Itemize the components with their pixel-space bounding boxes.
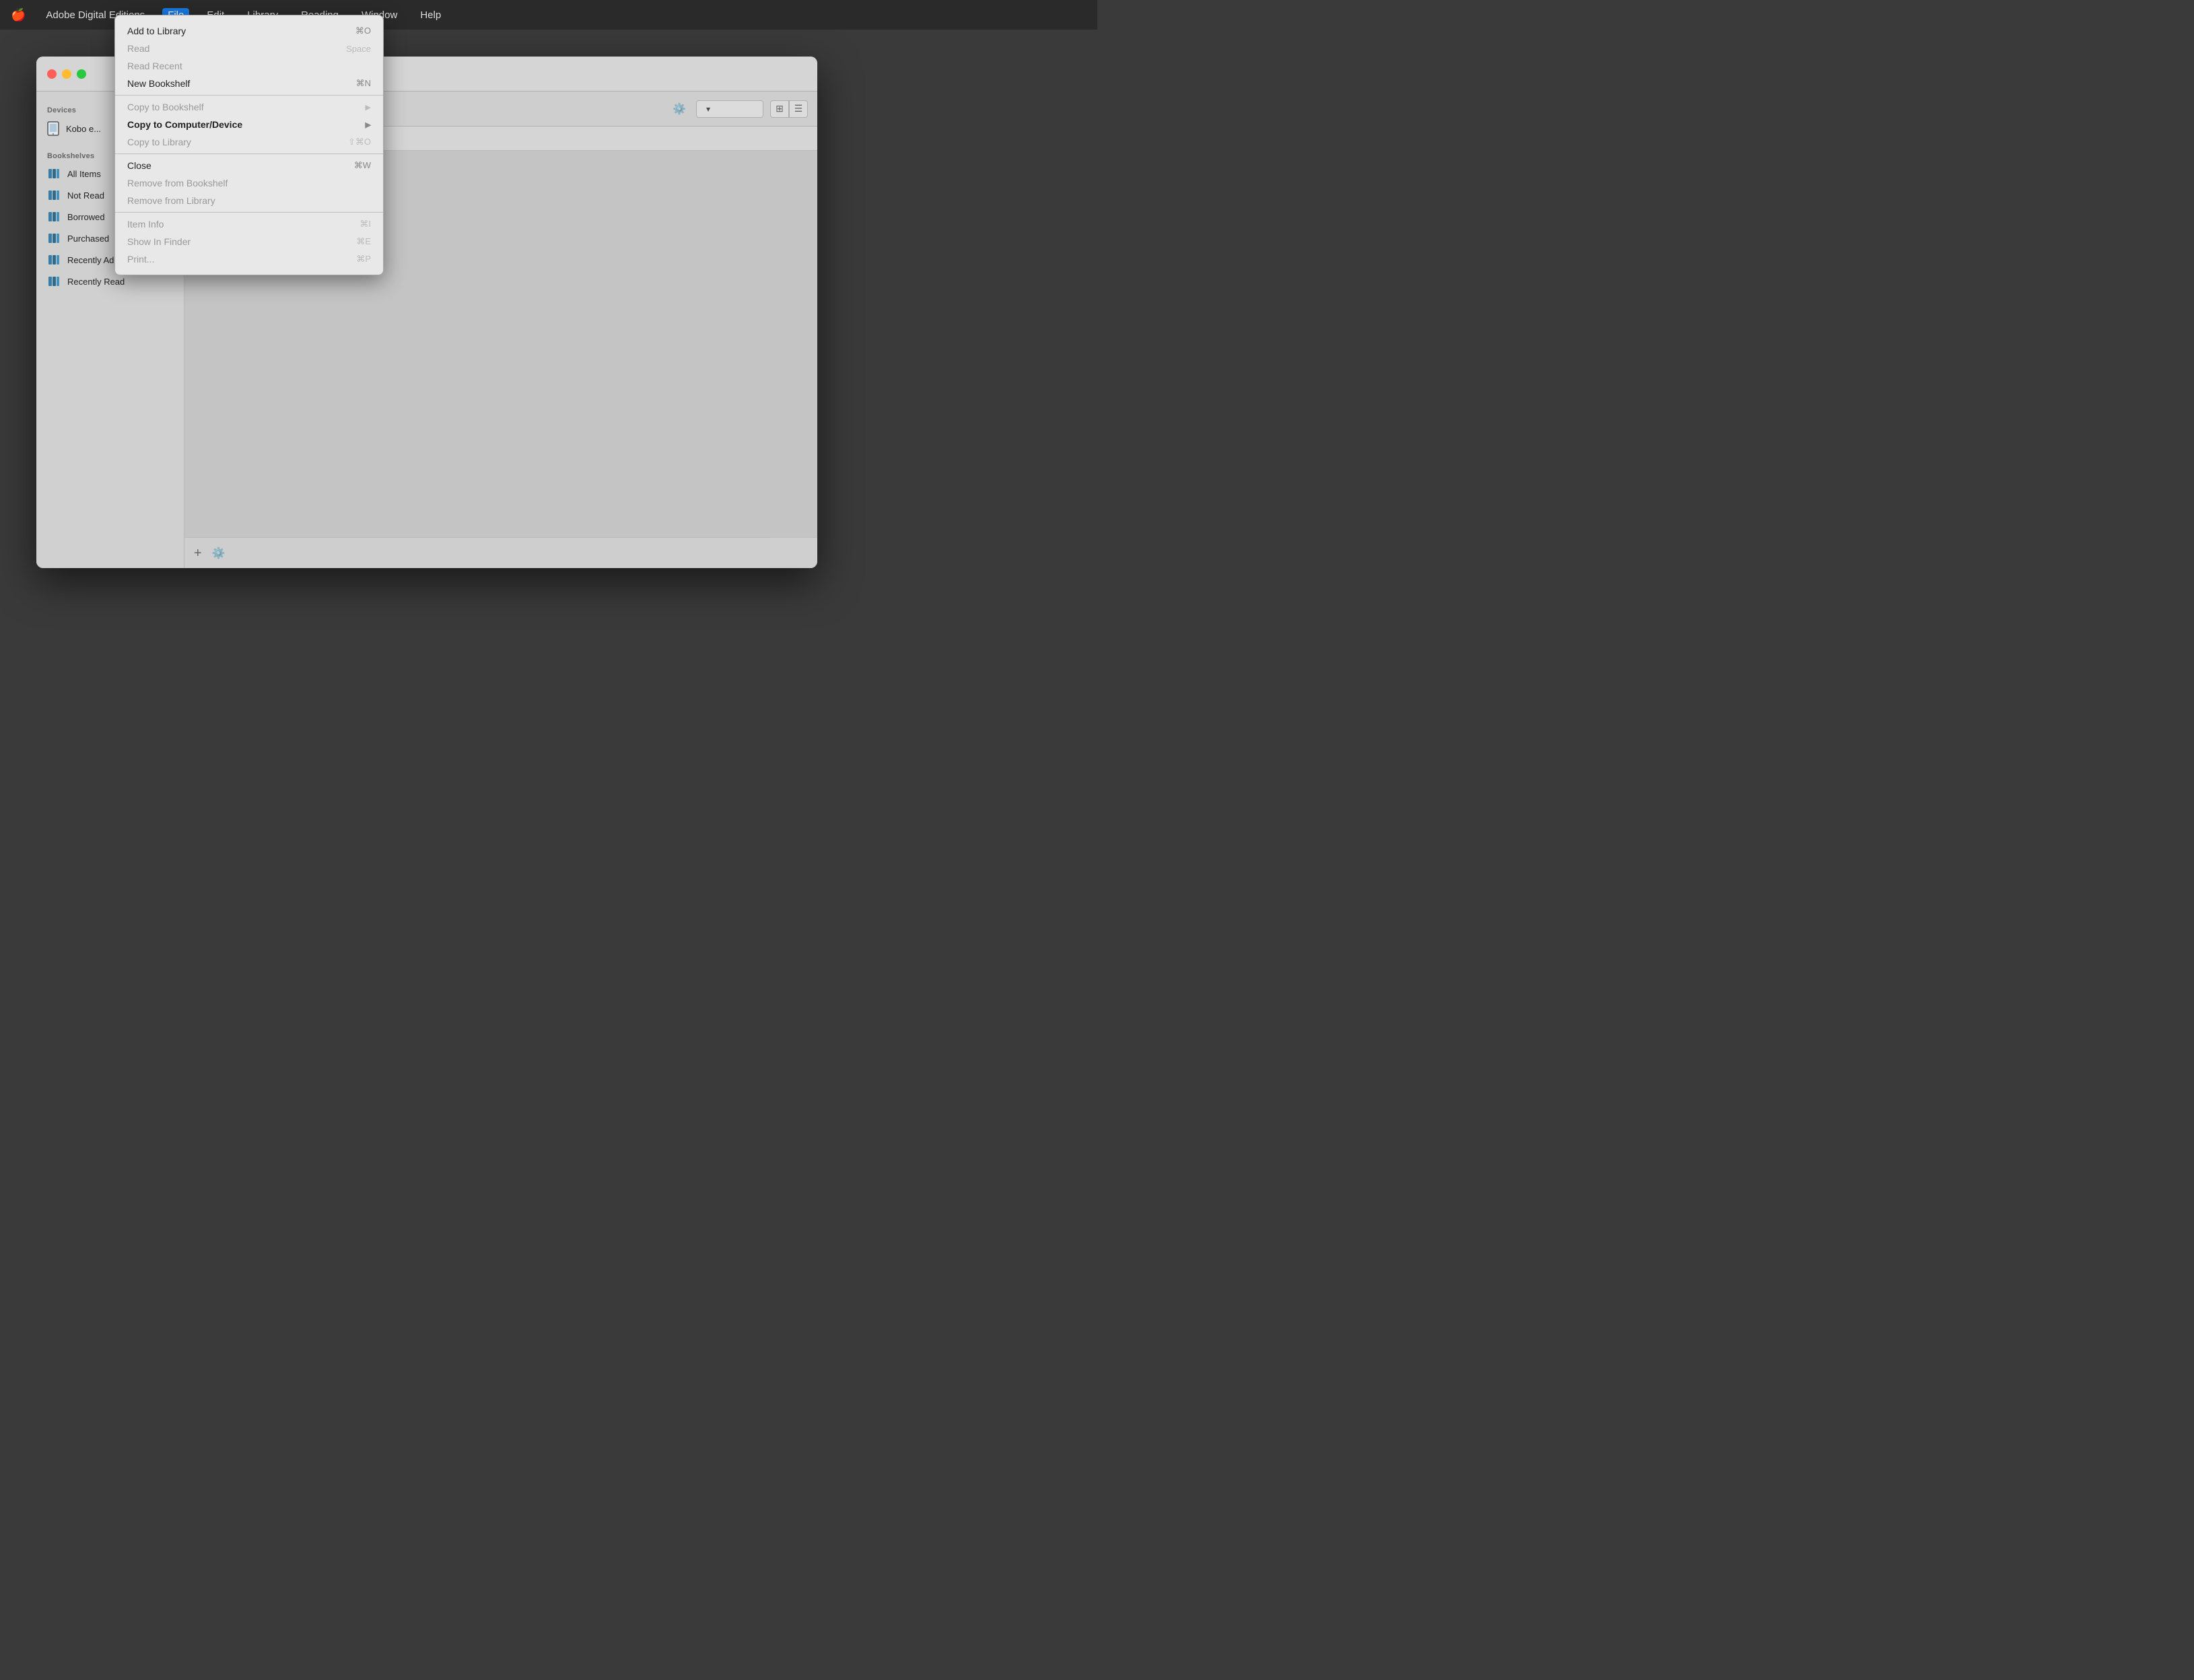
borrowed-label: Borrowed [67, 212, 105, 222]
apple-logo-icon: 🍎 [11, 8, 26, 22]
copy-to-bookshelf-arrow: ▶ [366, 103, 371, 112]
close-button[interactable] [47, 69, 57, 79]
kobo-label: Kobo e... [66, 124, 101, 134]
copy-to-device-arrow: ▶ [366, 120, 371, 129]
menubar-help[interactable]: Help [415, 8, 446, 22]
item-info-label: Item Info [127, 219, 164, 230]
menu-section-4: Item Info ⌘I Show In Finder ⌘E Print... … [115, 213, 383, 271]
read-recent-label: Read Recent [127, 61, 182, 71]
copy-to-library-shortcut: ⇧⌘O [348, 137, 371, 147]
recently-read-label: Recently Read [67, 277, 125, 287]
view-toggle: ⊞ ☰ [770, 100, 808, 118]
bookshelf-toolbar: + ⚙️ [184, 537, 817, 568]
close-shortcut: ⌘W [354, 160, 371, 171]
list-view-button[interactable]: ☰ [789, 100, 808, 118]
item-info-shortcut: ⌘I [359, 219, 371, 230]
menu-item-remove-from-bookshelf: Remove from Bookshelf [115, 174, 383, 192]
not-read-icon [47, 188, 61, 202]
menu-section-1: Add to Library ⌘O Read Space Read Recent… [115, 20, 383, 96]
grid-view-button[interactable]: ⊞ [770, 100, 789, 118]
menu-item-copy-to-device[interactable]: Copy to Computer/Device ▶ [115, 116, 383, 133]
all-items-icon [47, 167, 61, 180]
add-to-library-label: Add to Library [127, 26, 186, 36]
file-menu-dropdown[interactable]: Add to Library ⌘O Read Space Read Recent… [114, 15, 384, 275]
menu-item-read-recent: Read Recent [115, 57, 383, 75]
new-bookshelf-shortcut: ⌘N [356, 78, 371, 89]
menu-item-item-info: Item Info ⌘I [115, 215, 383, 233]
maximize-button[interactable] [77, 69, 86, 79]
recently-added-icon [47, 253, 61, 267]
borrowed-icon [47, 210, 61, 223]
menu-item-add-to-library[interactable]: Add to Library ⌘O [115, 22, 383, 40]
menu-item-copy-to-library: Copy to Library ⇧⌘O [115, 133, 383, 151]
purchased-label: Purchased [67, 234, 109, 244]
all-items-label: All Items [67, 169, 101, 179]
menu-item-remove-from-library: Remove from Library [115, 192, 383, 209]
copy-to-library-label: Copy to Library [127, 137, 191, 147]
settings-gear-button[interactable]: ⚙️ [669, 99, 689, 119]
remove-from-bookshelf-label: Remove from Bookshelf [127, 178, 228, 188]
sort-dropdown[interactable]: ▾ [696, 100, 763, 118]
menu-item-show-in-finder: Show In Finder ⌘E [115, 233, 383, 250]
close-label: Close [127, 160, 151, 171]
print-label: Print... [127, 254, 154, 265]
print-shortcut: ⌘P [356, 254, 371, 265]
new-bookshelf-label: New Bookshelf [127, 78, 190, 89]
add-to-library-shortcut: ⌘O [355, 26, 371, 36]
copy-to-device-label: Copy to Computer/Device [127, 119, 242, 130]
remove-from-library-label: Remove from Library [127, 195, 215, 206]
copy-to-bookshelf-label: Copy to Bookshelf [127, 102, 204, 112]
purchased-icon [47, 232, 61, 245]
menu-section-2: Copy to Bookshelf ▶ Copy to Computer/Dev… [115, 96, 383, 154]
menu-item-read: Read Space [115, 40, 383, 57]
minimize-button[interactable] [62, 69, 71, 79]
menu-section-3: Close ⌘W Remove from Bookshelf Remove fr… [115, 154, 383, 213]
kobo-device-icon [47, 121, 59, 136]
show-in-finder-shortcut: ⌘E [356, 236, 371, 247]
bookshelf-settings-button[interactable]: ⚙️ [209, 543, 229, 563]
recently-read-icon [47, 275, 61, 288]
traffic-lights [47, 69, 86, 79]
menu-item-new-bookshelf[interactable]: New Bookshelf ⌘N [115, 75, 383, 92]
menu-item-copy-to-bookshelf: Copy to Bookshelf ▶ [115, 98, 383, 116]
show-in-finder-label: Show In Finder [127, 236, 191, 247]
add-bookshelf-button[interactable]: + [194, 547, 202, 560]
read-label: Read [127, 43, 149, 54]
read-shortcut: Space [346, 44, 371, 54]
menu-item-close[interactable]: Close ⌘W [115, 157, 383, 174]
menu-item-print: Print... ⌘P [115, 250, 383, 268]
dropdown-chevron-icon: ▾ [706, 104, 710, 114]
not-read-label: Not Read [67, 190, 104, 201]
